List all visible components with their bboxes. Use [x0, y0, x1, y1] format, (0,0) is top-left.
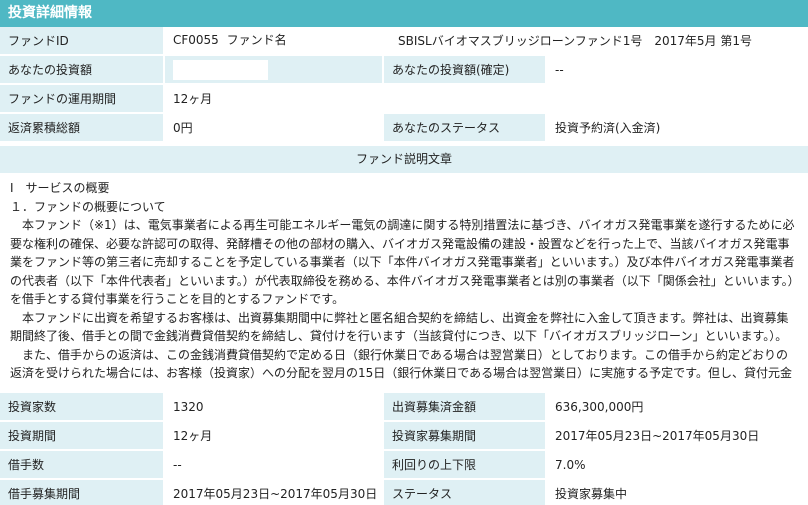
fund-name-label: ファンド名: [226, 33, 287, 47]
yield-range-label: 利回りの上下限: [384, 451, 545, 480]
fund-id-value: CF0055: [173, 33, 219, 47]
fund-status-label: ステータス: [384, 480, 545, 505]
description-paragraph: また、借手からの返済は、この金銭消費貸借契約で定める日（銀行休業日である場合は翌…: [10, 347, 792, 381]
repaid-total-value: 0円: [165, 114, 382, 143]
table-row: 借手募集期間 2017年05月23日~2017年05月30日 ステータス 投資家…: [0, 480, 808, 505]
your-status-value: 投資予約済(入金済): [547, 114, 808, 143]
fund-id-cell: CF0055 ファンド名: [165, 27, 382, 56]
borrower-recruit-period-value: 2017年05月23日~2017年05月30日: [165, 480, 382, 505]
fund-summary-table: ファンドID CF0055 ファンド名 SBISLバイオマスブリッジローンファン…: [0, 27, 808, 143]
borrowers-count-label: 借手数: [0, 451, 163, 480]
table-row: 返済累積総額 0円 あなたのステータス 投資予約済(入金済): [0, 114, 808, 143]
fund-name-value: SBISLバイオマスブリッジローンファンド1号 2017年5月 第1号: [384, 27, 808, 56]
invest-period-value: 12ヶ月: [165, 422, 382, 451]
description-paragraph: 本ファンド（※1）は、電気事業者による再生可能エネルギー電気の調達に関する特別措…: [10, 218, 795, 306]
invest-period-label: 投資期間: [0, 422, 163, 451]
description-line: Ⅰ サービスの概要: [10, 181, 110, 195]
fund-status-value: 投資家募集中: [547, 480, 808, 505]
repaid-total-label: 返済累積総額: [0, 114, 163, 143]
description-line: １．ファンドの概要について: [10, 199, 166, 214]
fund-description: Ⅰ サービスの概要 １．ファンドの概要について 本ファンド（※1）は、電気事業者…: [0, 173, 808, 393]
table-row: あなたの投資額 あなたの投資額(確定) --: [0, 56, 808, 85]
fund-period-label: ファンドの運用期間: [0, 85, 163, 114]
table-row: 投資期間 12ヶ月 投資家募集期間 2017年05月23日~2017年05月30…: [0, 422, 808, 451]
description-section-title: ファンド説明文章: [0, 146, 808, 173]
fund-id-label: ファンドID: [0, 27, 163, 56]
your-status-label: あなたのステータス: [384, 114, 545, 143]
your-investment-value: [173, 59, 268, 80]
your-investment-confirmed-label: あなたの投資額(確定): [384, 56, 545, 85]
your-investment-confirmed-value: --: [547, 56, 808, 85]
investor-recruit-period-label: 投資家募集期間: [384, 422, 545, 451]
investors-count-label: 投資家数: [0, 393, 163, 422]
borrower-recruit-period-label: 借手募集期間: [0, 480, 163, 505]
table-row: ファンドID CF0055 ファンド名 SBISLバイオマスブリッジローンファン…: [0, 27, 808, 56]
fund-period-value: 12ヶ月: [165, 85, 808, 114]
yield-range-value: 7.0%: [547, 451, 808, 480]
investor-recruit-period-value: 2017年05月23日~2017年05月30日: [547, 422, 808, 451]
page-title: 投資詳細情報: [0, 0, 808, 27]
your-investment-label: あなたの投資額: [0, 56, 163, 85]
table-row: ファンドの運用期間 12ヶ月: [0, 85, 808, 114]
borrowers-count-value: --: [165, 451, 382, 480]
table-row: 借手数 -- 利回りの上下限 7.0%: [0, 451, 808, 480]
description-paragraph: 本ファンドに出資を希望するお客様は、出資募集期間中に弊社と匿名組合契約を締結し、…: [10, 310, 789, 344]
raised-amount-label: 出資募集済金額: [384, 393, 545, 422]
raised-amount-value: 636,300,000円: [547, 393, 808, 422]
investors-count-value: 1320: [165, 393, 382, 422]
table-row: 投資家数 1320 出資募集済金額 636,300,000円: [0, 393, 808, 422]
your-investment-cell: [165, 56, 382, 85]
fund-stats-table: 投資家数 1320 出資募集済金額 636,300,000円 投資期間 12ヶ月…: [0, 393, 808, 505]
